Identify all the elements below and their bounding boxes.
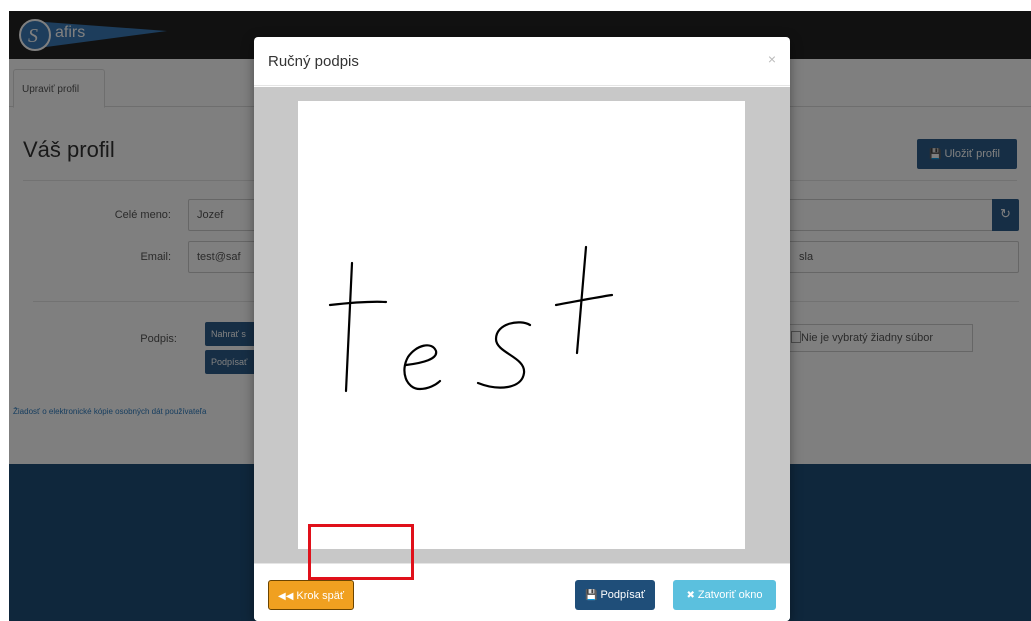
handwritten-signature: test: [328, 245, 614, 393]
modal-title: Ručný podpis: [268, 53, 359, 70]
modal-body: test: [254, 87, 790, 563]
close-window-button[interactable]: ✖ Zatvoriť okno: [673, 580, 776, 610]
sign-button-highlight: [308, 524, 414, 580]
close-button-label: Zatvoriť okno: [697, 589, 763, 601]
double-chevron-left-icon: ◀◀: [278, 591, 294, 602]
back-button[interactable]: ◀◀ Krok späť: [268, 580, 354, 610]
sign-button-label: Podpísať: [600, 589, 645, 601]
sign-button[interactable]: 💾 Podpísať: [575, 580, 655, 610]
back-button-label: Krok späť: [296, 590, 344, 602]
modal-close-icon[interactable]: ×: [768, 51, 776, 67]
modal-header: Ručný podpis ×: [254, 37, 790, 86]
save-icon: 💾: [585, 590, 598, 601]
close-icon: ✖: [686, 590, 695, 601]
signature-canvas[interactable]: test: [298, 101, 745, 549]
